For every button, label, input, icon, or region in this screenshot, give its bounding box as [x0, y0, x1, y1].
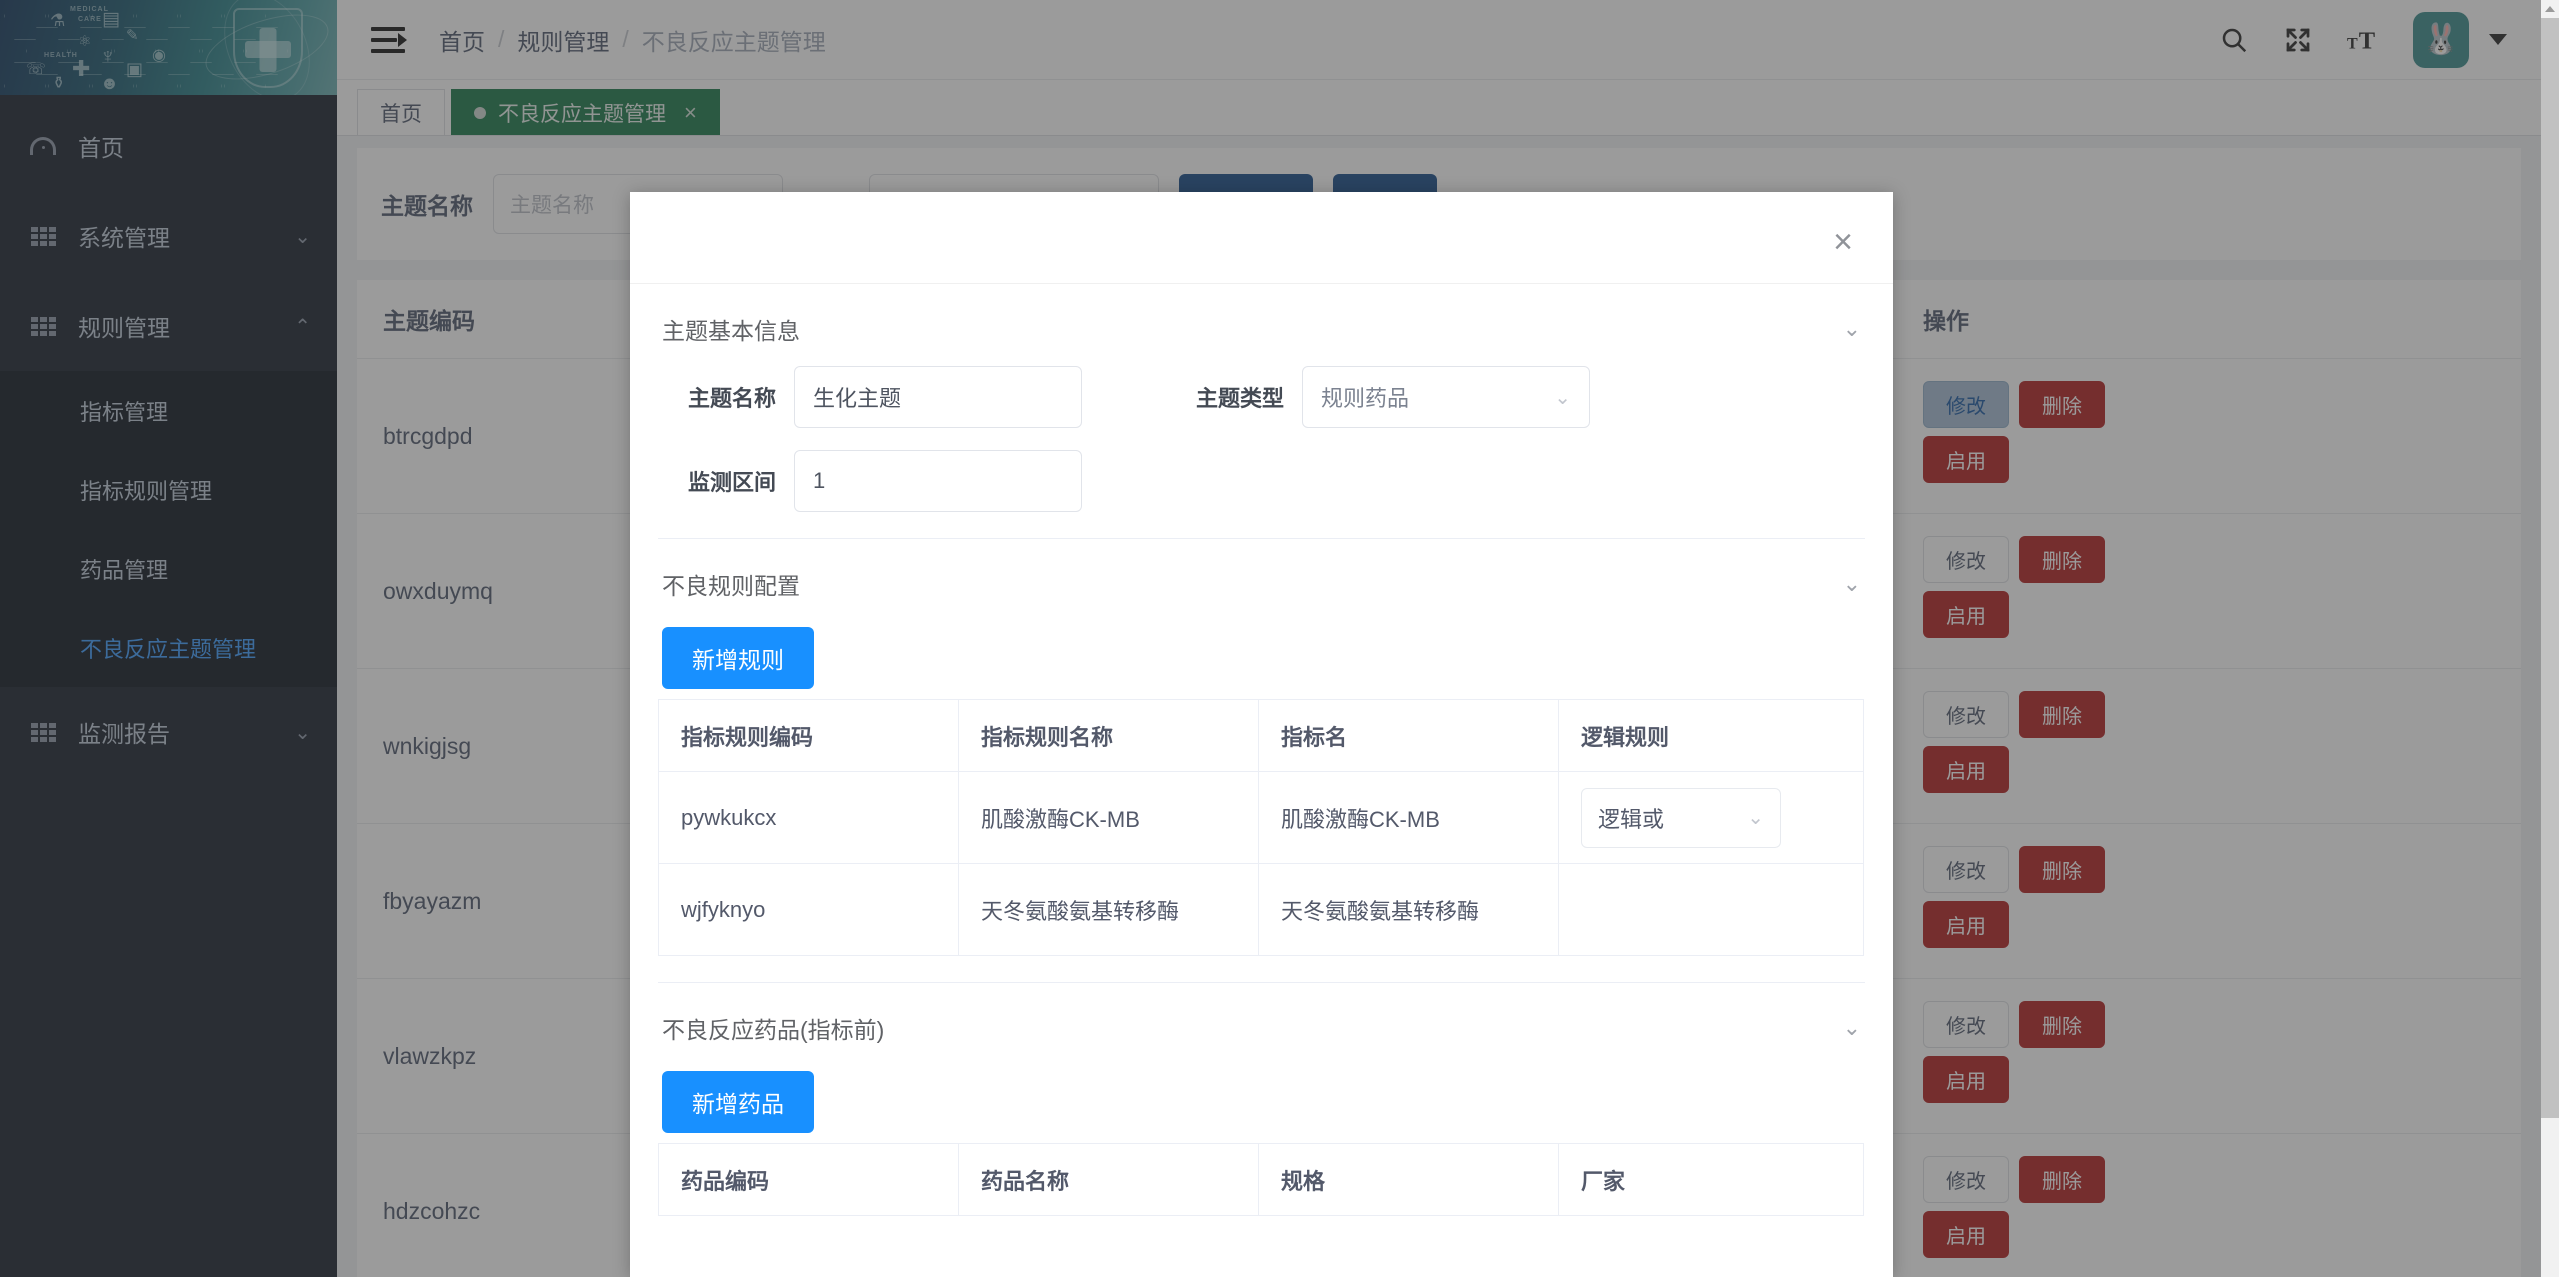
- rules-column-indicator: 指标名: [1259, 700, 1559, 772]
- scrollbar-thumb[interactable]: [2541, 18, 2559, 1118]
- app-root: MEDICAL CARE HEALTH ⚗ ▤ ✎ ⚛ ◉ ♆ ✚ ▣ ☻ ☏ …: [0, 0, 2559, 1277]
- logic-rule-select[interactable]: 逻辑或 ⌄: [1581, 788, 1781, 848]
- section-basic-info-header[interactable]: 主题基本信息 ⌄: [658, 284, 1865, 366]
- browser-scrollbar[interactable]: [2541, 0, 2559, 1277]
- theme-type-label: 主题类型: [1196, 381, 1284, 413]
- rules-table-head: 指标规则编码 指标规则名称 指标名 逻辑规则: [659, 700, 1864, 772]
- cell-logic-rule: 逻辑或 ⌄: [1559, 772, 1864, 864]
- rules-table-row: pywkukcx肌酸激酶CK-MB肌酸激酶CK-MB逻辑或⌄: [659, 772, 1864, 864]
- theme-type-value: 规则药品: [1321, 381, 1409, 413]
- form-row-interval: 监测区间 1: [658, 450, 1865, 512]
- monitoring-interval-label: 监测区间: [658, 465, 776, 497]
- rules-column-code: 指标规则编码: [659, 700, 959, 772]
- cell-rule-name: 肌酸激酶CK-MB: [959, 772, 1259, 864]
- theme-name-label: 主题名称: [658, 381, 776, 413]
- drugs-column-name: 药品名称: [959, 1144, 1259, 1216]
- scroll-up-icon[interactable]: [2541, 0, 2559, 18]
- cell-rule-code: wjfyknyo: [659, 864, 959, 956]
- rules-table-body: pywkukcx肌酸激酶CK-MB肌酸激酶CK-MB逻辑或⌄wjfyknyo天冬…: [659, 772, 1864, 956]
- cell-indicator-name: 天冬氨酸氨基转移酶: [1259, 864, 1559, 956]
- chevron-down-icon: ⌄: [1747, 805, 1764, 830]
- rules-column-logic: 逻辑规则: [1559, 700, 1864, 772]
- chevron-down-icon[interactable]: ⌄: [1843, 316, 1861, 342]
- section-drugs-header[interactable]: 不良反应药品(指标前) ⌄: [658, 983, 1865, 1065]
- add-drug-button[interactable]: 新增药品: [662, 1071, 814, 1133]
- section-drugs-title: 不良反应药品(指标前): [662, 1011, 884, 1045]
- rules-column-name: 指标规则名称: [959, 700, 1259, 772]
- close-icon[interactable]: ×: [1823, 222, 1863, 262]
- chevron-down-icon[interactable]: ⌄: [1843, 571, 1861, 597]
- cell-indicator-name: 肌酸激酶CK-MB: [1259, 772, 1559, 864]
- drugs-table: 药品编码 药品名称 规格 厂家: [658, 1143, 1864, 1216]
- cell-rule-code: pywkukcx: [659, 772, 959, 864]
- theme-name-input[interactable]: 生化主题: [794, 366, 1082, 428]
- theme-type-select[interactable]: 规则药品 ⌄: [1302, 366, 1590, 428]
- rules-header-row: 指标规则编码 指标规则名称 指标名 逻辑规则: [659, 700, 1864, 772]
- add-rule-button[interactable]: 新增规则: [662, 627, 814, 689]
- section-rules-header[interactable]: 不良规则配置 ⌄: [658, 539, 1865, 621]
- dialog-header: ×: [630, 192, 1893, 284]
- dialog-body: 主题基本信息 ⌄ 主题名称 生化主题 主题类型 规则药品 ⌄ 监测区间 1: [630, 284, 1893, 1277]
- drugs-column-manufacturer: 厂家: [1559, 1144, 1864, 1216]
- drugs-column-code: 药品编码: [659, 1144, 959, 1216]
- drugs-column-spec: 规格: [1259, 1144, 1559, 1216]
- chevron-down-icon[interactable]: ⌄: [1843, 1015, 1861, 1041]
- form-row-name-type: 主题名称 生化主题 主题类型 规则药品 ⌄: [658, 366, 1865, 428]
- monitoring-interval-input[interactable]: 1: [794, 450, 1082, 512]
- rules-table: 指标规则编码 指标规则名称 指标名 逻辑规则 pywkukcx肌酸激酶CK-MB…: [658, 699, 1864, 956]
- cell-rule-name: 天冬氨酸氨基转移酶: [959, 864, 1259, 956]
- section-rules-title: 不良规则配置: [662, 567, 800, 601]
- cell-logic-rule: [1559, 864, 1864, 956]
- drugs-table-head: 药品编码 药品名称 规格 厂家: [659, 1144, 1864, 1216]
- drugs-header-row: 药品编码 药品名称 规格 厂家: [659, 1144, 1864, 1216]
- section-basic-info-title: 主题基本信息: [662, 312, 800, 346]
- theme-edit-dialog: × 主题基本信息 ⌄ 主题名称 生化主题 主题类型 规则药品 ⌄ 监测区间 1: [630, 192, 1893, 1277]
- logic-rule-value: 逻辑或: [1598, 802, 1664, 834]
- chevron-down-icon: ⌄: [1554, 385, 1571, 410]
- rules-table-row: wjfyknyo天冬氨酸氨基转移酶天冬氨酸氨基转移酶: [659, 864, 1864, 956]
